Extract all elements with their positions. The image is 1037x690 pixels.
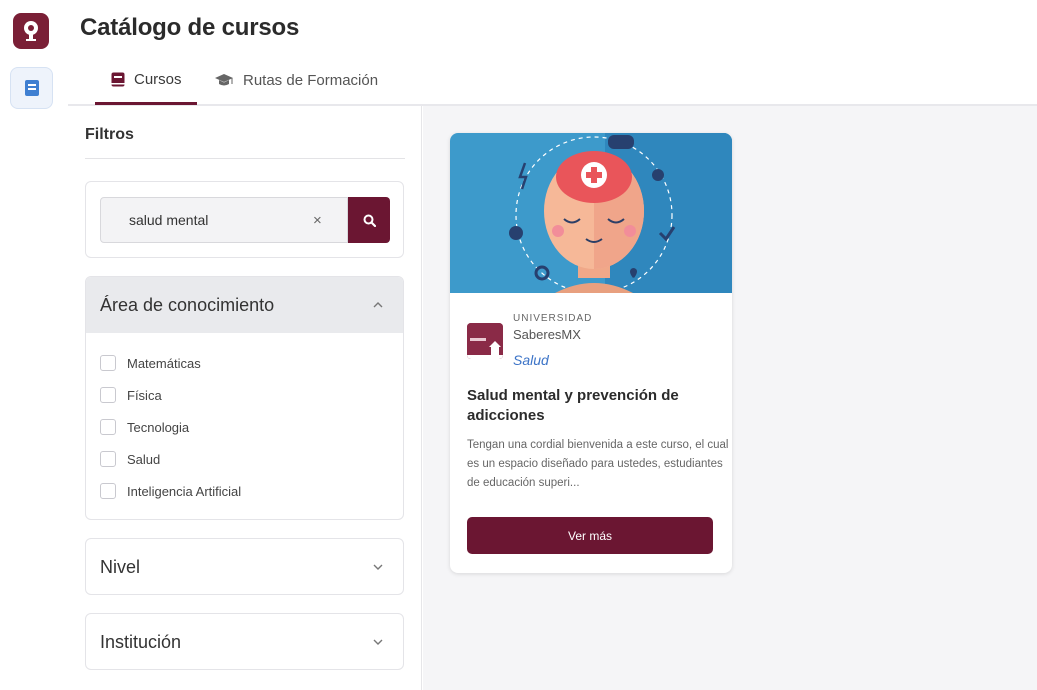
filter-option-label: Física [127, 387, 162, 403]
institution-logo-icon [467, 323, 503, 359]
catalog-nav-button[interactable] [10, 67, 53, 109]
logo-icon [24, 21, 38, 41]
filter-option-matematicas[interactable]: Matemáticas [86, 347, 403, 379]
book-icon [24, 80, 39, 96]
left-rail [0, 0, 62, 690]
book-icon [111, 72, 125, 86]
tab-bar: Cursos Rutas de Formación [68, 56, 1037, 106]
institution-logo [467, 323, 503, 359]
filter-nivel-title: Nivel [100, 556, 141, 577]
chevron-down-icon [373, 564, 383, 570]
filter-institucion-title: Institución [100, 631, 182, 652]
filter-nivel-header[interactable]: Nivel [86, 539, 403, 594]
checkbox[interactable] [100, 451, 116, 467]
filter-option-salud[interactable]: Salud [86, 443, 403, 475]
filters-title: Filtros [85, 126, 134, 143]
checkbox[interactable] [100, 483, 116, 499]
graduation-cap-icon [215, 73, 233, 85]
filters-panel: Filtros × Área de conocimiento Matemátic… [68, 106, 422, 690]
filter-option-inteligencia-artificial[interactable]: Inteligencia Artificial [86, 475, 403, 507]
filter-option-fisica[interactable]: Física [86, 379, 403, 411]
filter-option-label: Salud [127, 451, 161, 467]
app-logo[interactable] [13, 13, 49, 49]
course-card[interactable]: UNIVERSIDAD SaberesMX Salud Salud mental… [450, 133, 732, 573]
search-card: × [85, 181, 404, 258]
course-description: Tengan una cordial bienvenida a este cur… [467, 439, 729, 489]
filter-area-title: Área de conocimiento [100, 294, 275, 315]
mental-health-illustration [450, 133, 732, 293]
search-icon [363, 214, 376, 227]
filter-option-label: Matemáticas [127, 355, 201, 371]
checkbox[interactable] [100, 387, 116, 403]
chevron-down-icon [373, 639, 383, 645]
institution-type: UNIVERSIDAD [513, 313, 593, 324]
search-box: × [100, 197, 348, 243]
ver-mas-button[interactable]: Ver más [467, 517, 713, 554]
page-title: Catálogo de cursos [80, 14, 300, 41]
filter-area-de-conocimiento: Área de conocimiento Matemáticas Física … [85, 276, 404, 520]
course-area-link[interactable]: Salud [513, 352, 549, 368]
tab-rutas-de-formacion[interactable]: Rutas de Formación [214, 56, 384, 104]
course-title: Salud mental y prevención de adicciones [467, 387, 679, 424]
search-button[interactable] [348, 197, 390, 243]
tab-cursos[interactable]: Cursos [95, 56, 197, 105]
filter-option-tecnologia[interactable]: Tecnologia [86, 411, 403, 443]
chevron-up-icon [373, 302, 383, 308]
filter-institucion: Institución [85, 613, 404, 670]
checkbox[interactable] [100, 419, 116, 435]
tab-rutas-label: Rutas de Formación [243, 71, 379, 89]
filter-area-header[interactable]: Área de conocimiento [86, 277, 403, 333]
clear-search-icon[interactable]: × [313, 212, 322, 229]
institution-name: SaberesMX [513, 327, 581, 342]
filter-institucion-header[interactable]: Institución [86, 614, 403, 669]
filter-nivel: Nivel [85, 538, 404, 595]
filter-option-label: Tecnologia [127, 419, 190, 435]
search-input[interactable] [101, 212, 311, 228]
filter-option-label: Inteligencia Artificial [127, 483, 242, 499]
checkbox[interactable] [100, 355, 116, 371]
tab-cursos-label: Cursos [134, 70, 182, 88]
results-area: UNIVERSIDAD SaberesMX Salud Salud mental… [423, 106, 1037, 690]
filter-area-options: Matemáticas Física Tecnologia Salud Inte… [86, 333, 403, 507]
divider [85, 158, 405, 159]
